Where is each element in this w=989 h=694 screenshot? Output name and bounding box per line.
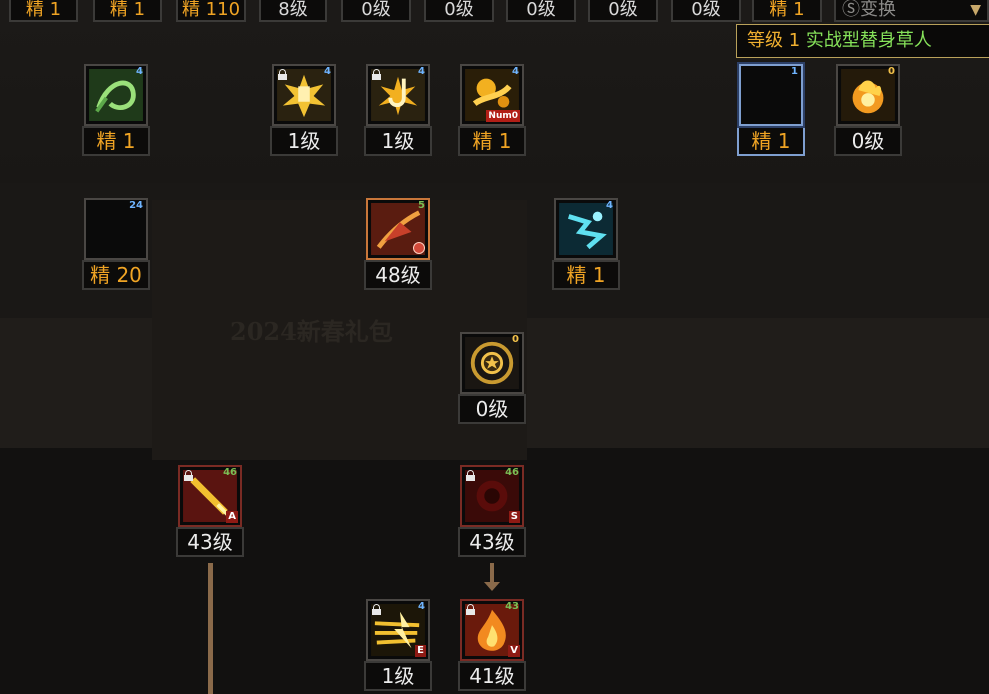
top-slot-9[interactable]: 0级	[671, 0, 741, 22]
top-slot-7[interactable]: 0级	[506, 0, 576, 22]
skill-icon-frame: 0	[836, 64, 900, 126]
skill-slot-empty-selected[interactable]: 1 精 1	[737, 64, 805, 156]
hotkey-badge: V	[508, 645, 520, 657]
skill-icon-frame: 4 E	[366, 599, 430, 661]
skill-level-label: 43级	[176, 527, 244, 557]
transform-label: Ⓢ变换	[842, 0, 896, 20]
hotkey-badge: S	[508, 511, 520, 523]
skill-icon-frame: 5	[366, 198, 430, 260]
skill-level-label: 1级	[364, 661, 432, 691]
top-slot-3[interactable]: 精 110	[176, 0, 246, 22]
skill-level-label: 48级	[364, 260, 432, 290]
skill-badge: 1	[791, 66, 798, 77]
tooltip-skill-name: 实战型替身草人	[805, 30, 932, 51]
skill-badge: 4	[418, 66, 425, 77]
skill-slot-dark-red[interactable]: 46 S 43级	[458, 465, 526, 557]
lock-icon	[466, 470, 475, 481]
skill-badge: 4	[606, 200, 613, 211]
skill-slot-cyan-spirit[interactable]: 4 精 1	[552, 198, 620, 290]
top-slot-10[interactable]: 精 1	[752, 0, 822, 22]
top-slot-6[interactable]: 0级	[424, 0, 494, 22]
skill-badge: 0	[512, 334, 519, 345]
skill-slot-golden-swirl[interactable]: 4 Num0 精 1	[458, 64, 526, 156]
skill-badge: 4	[418, 601, 425, 612]
skill-tooltip: 等级 1 实战型替身草人	[736, 24, 989, 58]
skill-tree-connector	[490, 563, 494, 583]
hotkey-badge: Num0	[486, 110, 520, 122]
skill-badge: 4	[512, 66, 519, 77]
skill-slot-palm-burst[interactable]: 4 1级	[270, 64, 338, 156]
skill-tree-arrow-icon	[484, 582, 500, 591]
skill-level-label: 0级	[458, 394, 526, 424]
green-whip-icon	[89, 69, 143, 121]
skill-badge: 4	[136, 66, 143, 77]
skill-badge: 0	[888, 66, 895, 77]
skill-slot-empty-left[interactable]: 24 精 20	[82, 198, 150, 290]
skill-icon-frame: 4	[554, 198, 618, 260]
skill-badge: 4	[324, 66, 331, 77]
skill-icon-frame: 46 S	[460, 465, 524, 527]
skill-tree-connector	[208, 563, 213, 694]
skill-slot-lightning-dash[interactable]: 4 E 1级	[364, 599, 432, 691]
skill-level-label: 精 1	[82, 126, 150, 156]
skill-slot-fire-orb[interactable]: 0 0级	[834, 64, 902, 156]
skill-icon-frame: 43 V	[460, 599, 524, 661]
lock-icon	[372, 69, 381, 80]
background-banner-text: 2024新春礼包	[230, 317, 393, 346]
top-slot-8[interactable]: 0级	[588, 0, 658, 22]
skill-icon-frame: 4 Num0	[460, 64, 524, 126]
hotkey-badge: A	[226, 511, 238, 523]
skill-slot-golden-emblem[interactable]: 0 0级	[458, 332, 526, 424]
skill-level-label: 精 1	[458, 126, 526, 156]
skill-level-label: 精 20	[82, 260, 150, 290]
skill-badge: 5	[418, 200, 425, 211]
skill-level-label: 41级	[458, 661, 526, 691]
skill-icon-frame: 4	[272, 64, 336, 126]
golden-emblem-icon	[465, 337, 519, 389]
hotkey-badge: E	[415, 645, 426, 657]
skill-level-label: 精 1	[737, 126, 805, 156]
skill-badge: 43	[505, 601, 519, 612]
skill-icon-frame: 1	[739, 64, 803, 126]
skill-slot-blaze[interactable]: 43 V 41级	[458, 599, 526, 691]
skill-slot-flame-spear[interactable]: 46 A 43级	[176, 465, 244, 557]
lock-icon	[278, 69, 287, 80]
lock-icon	[466, 604, 475, 615]
transform-button[interactable]: Ⓢ变换 ▼	[834, 0, 989, 22]
skill-level-label: 1级	[270, 126, 338, 156]
fire-orb-icon	[841, 69, 895, 121]
skill-icon-frame: 46 A	[178, 465, 242, 527]
skill-icon-frame: 4	[84, 64, 148, 126]
skill-icon-frame: 24	[84, 198, 148, 260]
top-slot-2[interactable]: 精 1	[93, 0, 162, 22]
lock-icon	[184, 470, 193, 481]
cyan-spirit-icon	[559, 203, 613, 255]
top-slot-4[interactable]: 8级	[259, 0, 327, 22]
skill-level-label: 0级	[834, 126, 902, 156]
cooldown-clock-icon	[413, 242, 425, 254]
dropdown-arrow-icon[interactable]: ▼	[970, 0, 981, 24]
lock-icon	[372, 604, 381, 615]
skill-slot-green-whip[interactable]: 4 精 1	[82, 64, 150, 156]
skill-slot-hook-flare[interactable]: 4 1级	[364, 64, 432, 156]
skill-slot-crimson-feather[interactable]: 5 48级	[364, 198, 432, 290]
skill-level-label: 1级	[364, 126, 432, 156]
skill-level-label: 43级	[458, 527, 526, 557]
skill-badge: 46	[223, 467, 237, 478]
skill-badge: 24	[129, 200, 143, 211]
top-slot-1[interactable]: 精 1	[9, 0, 78, 22]
tooltip-level: 等级 1	[747, 30, 801, 51]
top-slot-5[interactable]: 0级	[341, 0, 411, 22]
skill-icon-frame: 4	[366, 64, 430, 126]
skill-level-label: 精 1	[552, 260, 620, 290]
skill-badge: 46	[505, 467, 519, 478]
skill-icon-frame: 0	[460, 332, 524, 394]
